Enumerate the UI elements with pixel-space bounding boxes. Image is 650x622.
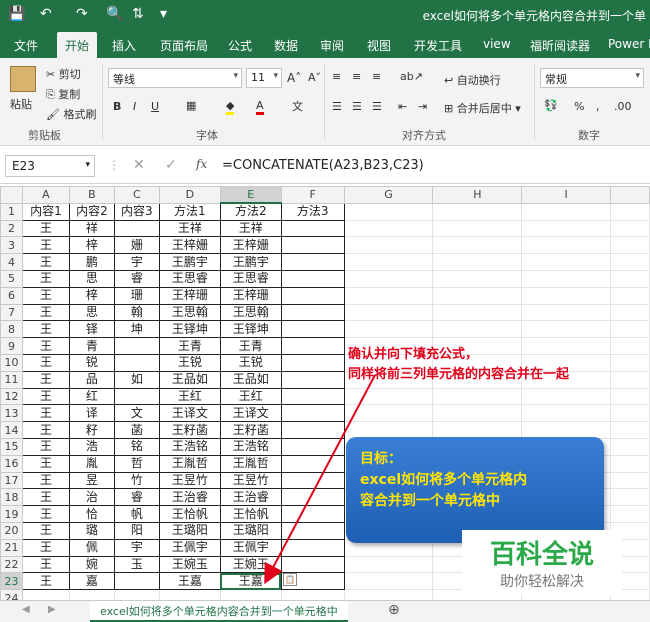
watermark-brand: 百科全说: [489, 540, 594, 570]
scroll-right-icon[interactable]: ▶: [48, 604, 56, 615]
goal-line-3: 容合并到一个单元格中: [360, 493, 500, 509]
sheet-tab-bar: ◀ ▶ excel如何将多个单元格内容合并到一个单元格中 ⊕: [0, 600, 650, 622]
goal-line-1: 目标：: [360, 451, 402, 467]
annotation-line-1: 确认并向下填充公式，: [348, 347, 479, 362]
watermark-subtitle: 助你轻松解决: [500, 574, 584, 590]
instruction-annotation: 确认并向下填充公式， 同样将前三列单元格的内容合并在一起: [348, 345, 569, 385]
scroll-left-icon[interactable]: ◀: [22, 604, 30, 615]
goal-line-2: excel如何将多个单元格内: [360, 472, 528, 488]
annotation-line-2: 同样将前三列单元格的内容合并在一起: [348, 367, 570, 382]
sheet-tab-active[interactable]: excel如何将多个单元格内容合并到一个单元格中: [90, 601, 348, 622]
watermark-logo: 百科全说 助你轻松解决: [462, 530, 622, 595]
goal-callout: 目标： excel如何将多个单元格内 容合并到一个单元格中: [346, 437, 604, 543]
add-sheet-icon[interactable]: ⊕: [388, 602, 400, 618]
